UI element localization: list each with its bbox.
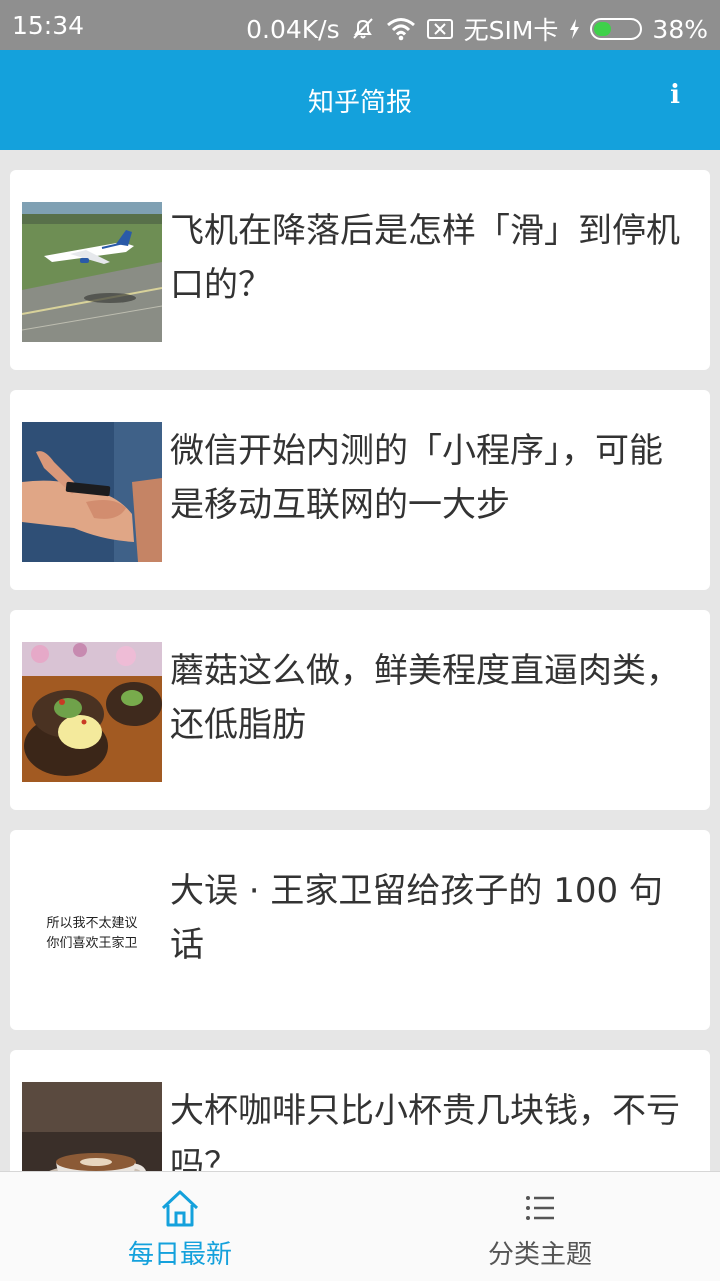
- battery-fill: [594, 22, 612, 36]
- tab-daily-latest[interactable]: 每日最新: [0, 1172, 360, 1281]
- news-card[interactable]: 所以我不太建议 你们喜欢王家卫 大误 · 王家卫留给孩子的 100 句话: [10, 830, 710, 1030]
- news-card[interactable]: 微信开始内测的「小程序」，可能是移动互联网的一大步: [10, 390, 710, 590]
- home-icon: [158, 1186, 202, 1234]
- airplane-runway-photo: [22, 202, 162, 342]
- sim-text: 无SIM卡: [463, 16, 559, 45]
- news-title[interactable]: 大杯咖啡只比小杯贵几块钱，不亏吗？: [170, 1084, 690, 1171]
- status-time: 15:34: [12, 11, 85, 40]
- battery-icon: [590, 18, 643, 40]
- news-title[interactable]: 飞机在降落后是怎样「滑」到停机口的？: [170, 204, 690, 312]
- battery-text: 38%: [652, 14, 708, 44]
- tab-categories[interactable]: 分类主题: [360, 1172, 720, 1281]
- news-card[interactable]: 飞机在降落后是怎样「滑」到停机口的？: [10, 170, 710, 370]
- tab-label: 每日最新: [127, 1240, 232, 1270]
- image-text-line: 所以我不太建议: [46, 916, 138, 931]
- news-title[interactable]: 微信开始内测的「小程序」，可能是移动互联网的一大步: [170, 424, 690, 532]
- image-text-line: 你们喜欢王家卫: [46, 936, 138, 951]
- tab-label: 分类主题: [487, 1240, 592, 1270]
- news-title[interactable]: 大误 · 王家卫留给孩子的 100 句话: [170, 864, 690, 972]
- list-icon: [518, 1186, 562, 1234]
- news-title[interactable]: 蘑菇这么做，鲜美程度直逼肉类，还低脂肪: [170, 644, 690, 752]
- bottom-nav: 每日最新 分类主题: [0, 1171, 720, 1281]
- charging-icon: [568, 18, 580, 40]
- app-bar: 知乎简报 i: [0, 50, 720, 150]
- news-card[interactable]: 大杯咖啡只比小杯贵几块钱，不亏吗？: [10, 1050, 710, 1171]
- news-card[interactable]: 蘑菇这么做，鲜美程度直逼肉类，还低脂肪: [10, 610, 710, 810]
- info-button[interactable]: i: [670, 80, 680, 110]
- bell-off-icon: [350, 16, 376, 42]
- coffee-cup-photo: [22, 1082, 162, 1171]
- sim-x-icon: [426, 18, 454, 40]
- stuffed-mushrooms-photo: [22, 642, 162, 782]
- status-bar: 15:34 0.04K/s 无SIM卡 38%: [0, 0, 720, 50]
- hand-holding-phone-photo: [22, 422, 162, 562]
- net-speed: 0.04K/s: [246, 14, 340, 44]
- news-feed[interactable]: 飞机在降落后是怎样「滑」到停机口的？ 微信开始内测的「小程序」，可能是移动互联网…: [0, 150, 720, 1171]
- text-image: 所以我不太建议 你们喜欢王家卫: [22, 862, 162, 1002]
- wifi-icon: [386, 17, 416, 41]
- page-title: 知乎简报: [307, 88, 412, 118]
- status-right-group: 0.04K/s 无SIM卡 38%: [246, 11, 708, 47]
